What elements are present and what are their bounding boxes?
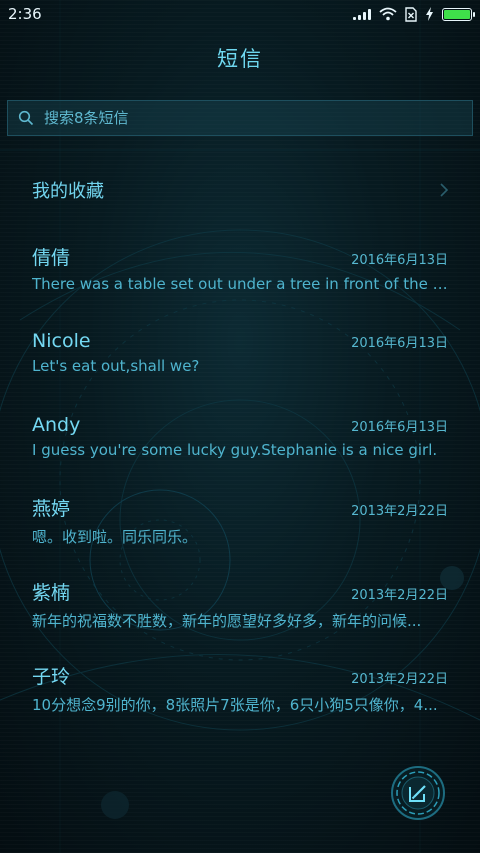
conversation-item[interactable]: 倩倩 2016年6月13日 There was a table set out … <box>0 226 480 310</box>
message-date: 2016年6月13日 <box>351 419 448 435</box>
message-date: 2013年2月22日 <box>351 671 448 687</box>
page-title: 短信 <box>217 47 263 71</box>
conversation-item[interactable]: Andy 2016年6月13日 I guess you're some luck… <box>0 394 480 478</box>
search-icon <box>18 110 34 126</box>
status-time: 2:36 <box>8 5 42 23</box>
message-date: 2016年6月13日 <box>351 335 448 351</box>
signal-icon <box>353 8 371 20</box>
conversation-item[interactable]: 子玲 2013年2月22日 10分想念9别的你，8张照片7张是你，6只小狗5只像… <box>0 646 480 730</box>
conversation-list: 倩倩 2016年6月13日 There was a table set out … <box>0 226 480 730</box>
message-date: 2013年2月22日 <box>351 587 448 603</box>
app-header: 短信 <box>0 28 480 88</box>
battery-icon <box>442 7 475 21</box>
status-bar: 2:36 <box>0 0 480 28</box>
message-preview: 新年的祝福数不胜数，新年的愿望好多好多，新年的问候... <box>32 611 422 630</box>
battery-level <box>444 9 470 19</box>
message-date: 2013年2月22日 <box>351 503 448 519</box>
compose-icon <box>391 766 445 820</box>
search-container <box>0 100 480 136</box>
contact-name: 燕婷 <box>32 497 71 520</box>
status-icons <box>353 6 475 22</box>
contact-name: 子玲 <box>32 665 71 688</box>
message-preview: 嗯。收到啦。同乐同乐。 <box>32 527 198 546</box>
compose-button[interactable] <box>390 765 446 821</box>
conversation-item[interactable]: Nicole 2016年6月13日 Let's eat out,shall we… <box>0 310 480 394</box>
message-preview: 10分想念9别的你，8张照片7张是你，6只小狗5只像你，4... <box>32 695 438 714</box>
contact-name: Andy <box>32 413 81 436</box>
message-date: 2016年6月13日 <box>351 253 448 268</box>
message-preview: There was a table set out under a tree i… <box>32 275 448 293</box>
conversation-item[interactable]: 紫楠 2013年2月22日 新年的祝福数不胜数，新年的愿望好多好多，新年的问候.… <box>0 562 480 646</box>
chevron-right-icon <box>440 183 449 197</box>
contact-name: 倩倩 <box>32 247 71 269</box>
message-preview: I guess you're some lucky guy.Stephanie … <box>32 440 438 459</box>
charging-icon <box>426 7 433 21</box>
message-preview: Let's eat out,shall we? <box>32 356 200 375</box>
no-sim-icon <box>405 6 417 22</box>
search-box[interactable] <box>7 100 473 136</box>
favorites-label: 我的收藏 <box>32 181 104 202</box>
conversation-item[interactable]: 燕婷 2013年2月22日 嗯。收到啦。同乐同乐。 <box>0 478 480 562</box>
favorites-row[interactable]: 我的收藏 <box>0 158 480 222</box>
contact-name: Nicole <box>32 329 91 352</box>
search-input[interactable] <box>44 109 462 127</box>
wifi-icon <box>379 7 397 21</box>
contact-name: 紫楠 <box>32 581 71 604</box>
